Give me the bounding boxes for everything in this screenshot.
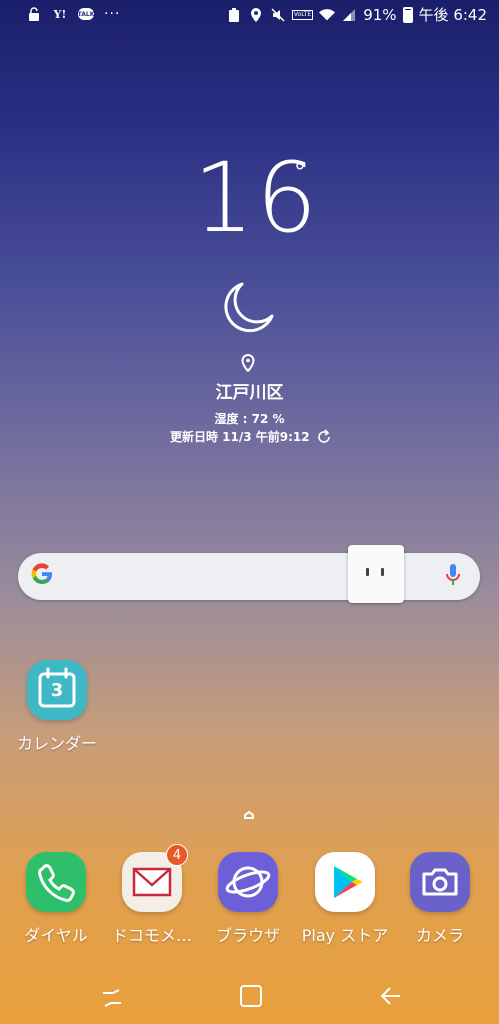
calendar-icon: 3	[27, 660, 87, 720]
play-store-icon	[315, 852, 375, 912]
battery-percent: 91%	[363, 5, 397, 24]
talk-icon: TALK	[78, 8, 94, 20]
app-browser-label: ブラウザ	[215, 926, 280, 945]
volte-icon: VoLTE	[291, 9, 314, 20]
status-bar-system: VoLTE 91% 午後 6:42	[226, 4, 487, 25]
internet-browser-icon	[218, 852, 278, 912]
signal-icon	[341, 7, 357, 23]
handle-grip-icon	[366, 568, 384, 576]
weather-updated: 更新日時 11/3 午前9:12	[170, 428, 332, 445]
mute-icon	[270, 7, 286, 23]
google-search-bar[interactable]	[18, 553, 480, 600]
temperature-degree: °	[294, 158, 306, 186]
status-bar-notifications: Y! TALK ···	[26, 6, 120, 22]
back-arrow-icon[interactable]	[380, 986, 402, 1006]
wifi-icon	[319, 7, 336, 23]
voice-search-mic-icon[interactable]	[444, 563, 462, 589]
clock: 午後 6:42	[418, 6, 487, 24]
notification-badge: 4	[166, 844, 188, 866]
weather-humidity: 湿度 : 72 %	[214, 412, 285, 426]
app-docomo-mail-label: ドコモメ…	[111, 926, 192, 945]
weather-updated-text: 更新日時 11/3 午前9:12	[170, 430, 310, 444]
app-dialer[interactable]: ダイヤル	[7, 852, 105, 946]
battery-icon	[402, 6, 413, 23]
app-camera[interactable]: カメラ	[391, 852, 489, 946]
battery-saver-icon	[226, 7, 242, 23]
google-logo-icon	[31, 563, 52, 585]
app-calendar-label: カレンダー	[16, 734, 97, 753]
app-browser[interactable]: ブラウザ	[199, 852, 297, 946]
status-bar[interactable]: Y! TALK ··· VoLTE 91% 午後 6:42	[0, 0, 499, 32]
recent-apps-icon[interactable]	[101, 988, 123, 1008]
calendar-date: 3	[50, 680, 64, 701]
app-docomo-mail[interactable]: 4 ドコモメ…	[103, 844, 201, 946]
location-pin-icon	[241, 354, 255, 372]
app-play-store-label: Play ストア	[301, 926, 389, 945]
location-icon	[248, 7, 264, 23]
app-drawer-arrow-icon[interactable]	[243, 810, 255, 820]
yahoo-japan-icon: Y!	[53, 7, 67, 21]
app-calendar[interactable]: 3 カレンダー	[8, 660, 106, 754]
app-camera-label: カメラ	[415, 926, 464, 945]
app-dialer-label: ダイヤル	[24, 926, 88, 945]
camera-icon	[410, 852, 470, 912]
home-button[interactable]	[240, 985, 262, 1007]
crescent-moon-icon[interactable]	[218, 278, 278, 338]
weather-location[interactable]: 江戸川区	[0, 378, 499, 403]
more-dots-icon: ···	[104, 6, 121, 22]
app-play-store[interactable]: Play ストア	[296, 852, 394, 946]
lock-icon	[26, 6, 42, 22]
refresh-icon[interactable]	[316, 428, 332, 445]
phone-icon	[26, 852, 86, 912]
